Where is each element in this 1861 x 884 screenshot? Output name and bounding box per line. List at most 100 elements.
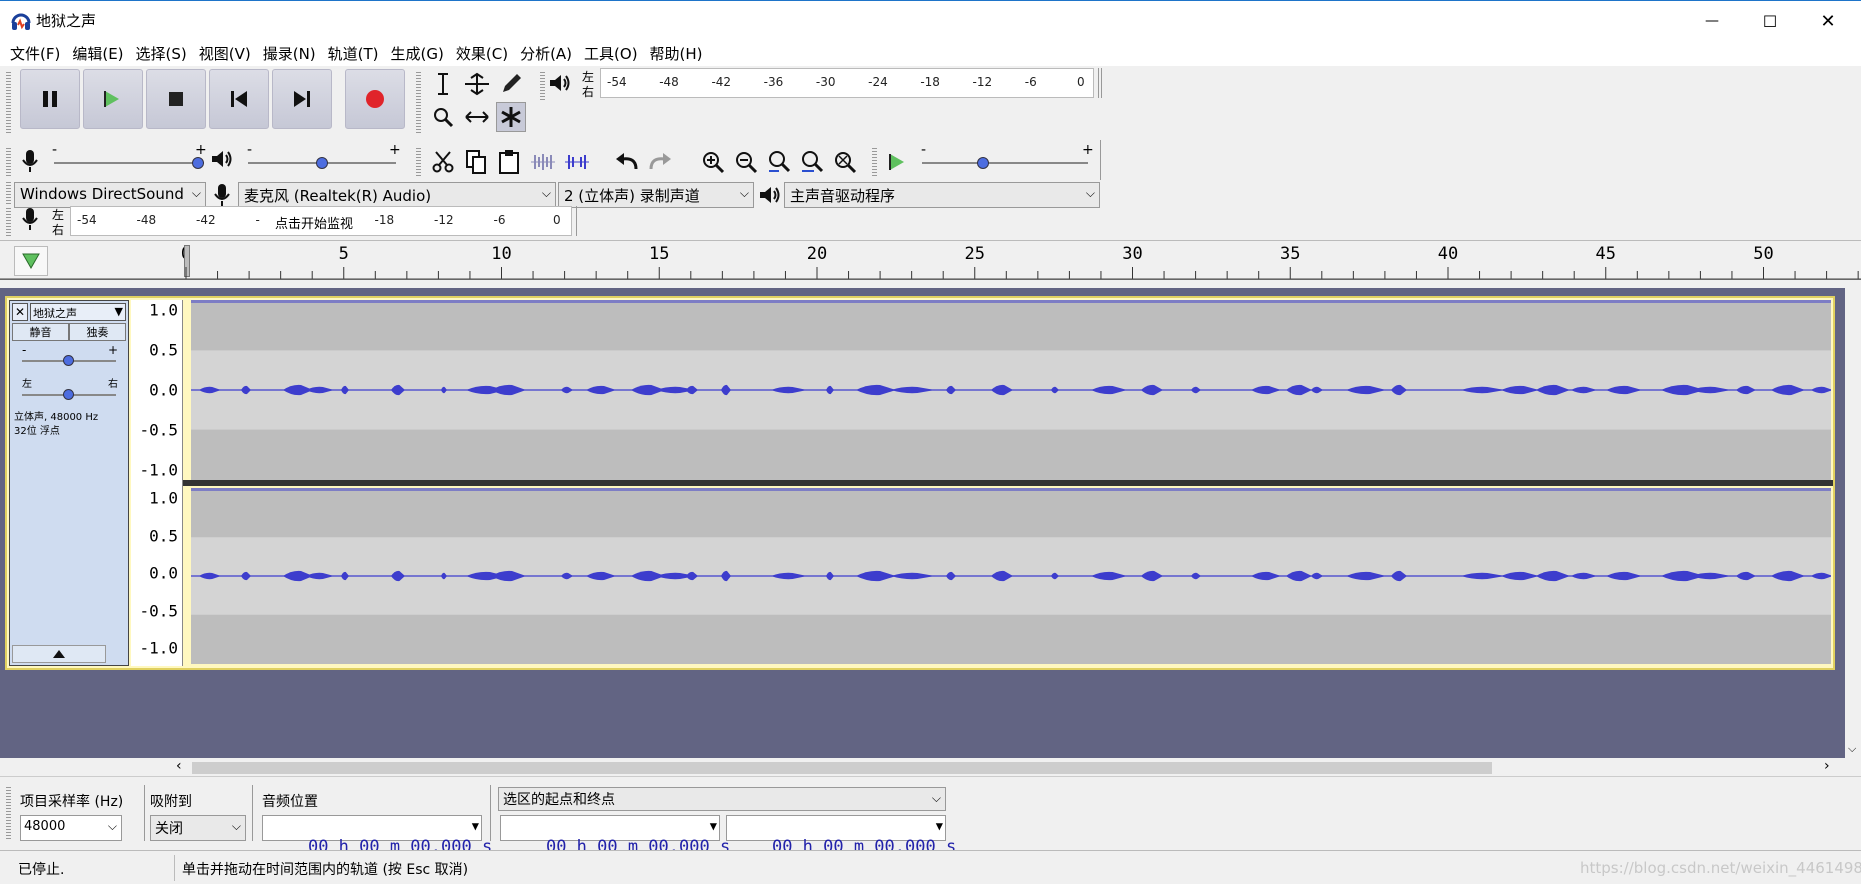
menu-tools[interactable]: 工具(O) xyxy=(578,40,644,66)
toolbar-grip[interactable] xyxy=(540,70,545,100)
menu-transport[interactable]: 撮录(N) xyxy=(257,40,322,66)
undo-button[interactable] xyxy=(612,147,642,177)
multi-tool[interactable] xyxy=(496,102,526,132)
track-name-menu[interactable]: 地狱之声 ▼ xyxy=(30,303,126,321)
undo-icon xyxy=(616,153,638,170)
menu-select[interactable]: 选择(S) xyxy=(130,40,193,66)
solo-button[interactable]: 独奏 xyxy=(69,323,126,341)
redo-button[interactable] xyxy=(645,147,675,177)
amplitude-tick-label: -0.5 xyxy=(139,420,178,440)
menu-file[interactable]: 文件(F) xyxy=(4,40,66,66)
speaker-icon[interactable] xyxy=(548,72,572,94)
chevron-down-icon: ⌵ xyxy=(1085,186,1095,200)
playback-speed-slider[interactable] xyxy=(922,156,1088,170)
toolbar-grip[interactable] xyxy=(872,146,877,176)
selection-mode-select[interactable]: 选区的起点和终点 ⌵ xyxy=(498,787,946,811)
pan-slider[interactable] xyxy=(22,389,116,401)
toolbar-grip[interactable] xyxy=(416,146,421,176)
skip-to-end-button[interactable] xyxy=(272,69,332,129)
mute-button[interactable]: 静音 xyxy=(12,323,69,341)
collapse-track-button[interactable] xyxy=(12,645,106,663)
menu-tracks[interactable]: 轨道(T) xyxy=(322,40,385,66)
menu-analyze[interactable]: 分析(A) xyxy=(514,40,578,66)
time-shift-tool[interactable] xyxy=(462,102,492,132)
vertical-ruler[interactable]: 1.0 0.5 0.0 -0.5 -1.0 1.0 0.5 0.0 -0.5 -1.0 xyxy=(131,300,183,666)
zoom-in-button[interactable] xyxy=(698,147,728,177)
record-button[interactable] xyxy=(345,69,405,129)
chevron-down-icon: ▼ xyxy=(114,305,123,318)
audio-host-select[interactable]: Windows DirectSound ⌵ xyxy=(14,182,206,208)
envelope-tool[interactable] xyxy=(462,69,492,99)
waveform-left-channel[interactable] xyxy=(191,300,1833,480)
chevron-right-icon[interactable]: › xyxy=(1824,758,1830,774)
toolbar-grip[interactable] xyxy=(6,146,11,176)
chevron-left-icon[interactable]: ‹ xyxy=(176,758,182,774)
timeline-ruler[interactable]: 05101520253035404550 xyxy=(0,240,1861,280)
zoom-tool[interactable] xyxy=(428,102,458,132)
zoom-toggle-button[interactable] xyxy=(830,147,860,177)
recording-meter[interactable]: -54-48-42-4-18-12-60 点击开始监视 xyxy=(70,206,572,236)
toolbar-grip[interactable] xyxy=(416,70,421,134)
minimize-button[interactable]: — xyxy=(1683,1,1741,41)
selection-start-field[interactable]: 00 h 00 m 00.000 s ▼ xyxy=(500,815,730,857)
selection-end-field[interactable]: 00 h 00 m 00.000 s ▼ xyxy=(726,815,956,857)
cut-button[interactable] xyxy=(428,147,458,177)
toolbar-grip[interactable] xyxy=(6,785,11,841)
silence-audio-button[interactable] xyxy=(562,147,592,177)
menu-generate[interactable]: 生成(G) xyxy=(385,40,450,66)
meter-tick-label: -18 xyxy=(374,213,395,227)
waveform-right-channel[interactable] xyxy=(191,488,1833,664)
toolbar-grip[interactable] xyxy=(6,70,11,134)
audio-position-field[interactable]: 00 h 00 m 00.000 s ▼ xyxy=(262,815,492,857)
fit-selection-button[interactable] xyxy=(764,147,794,177)
maximize-button[interactable]: ☐ xyxy=(1741,1,1799,41)
close-button[interactable]: ✕ xyxy=(1799,1,1857,41)
play-at-speed-button[interactable] xyxy=(882,147,912,177)
fit-project-button[interactable] xyxy=(797,147,827,177)
recording-device-select[interactable]: 麦克风 (Realtek(R) Audio) ⌵ xyxy=(238,182,556,208)
horizontal-scroll-thumb[interactable] xyxy=(192,762,1492,774)
copy-button[interactable] xyxy=(461,147,491,177)
menu-help[interactable]: 帮助(H) xyxy=(644,40,709,66)
audio-track[interactable]: ✕ 地狱之声 ▼ 静音 独奏 - + 左 右 立体声, 48000 Hz 32位… xyxy=(5,296,1835,670)
play-button[interactable] xyxy=(83,69,143,129)
track-format-label: 立体声, 48000 Hz xyxy=(14,412,99,423)
magnifier-icon xyxy=(434,108,454,128)
amplitude-tick-label: 1.0 xyxy=(149,488,178,508)
close-track-button[interactable]: ✕ xyxy=(12,303,28,321)
copy-icon xyxy=(466,150,486,174)
microphone-icon[interactable] xyxy=(20,206,40,232)
track-area[interactable]: ✕ 地狱之声 ▼ 静音 独奏 - + 左 右 立体声, 48000 Hz 32位… xyxy=(0,288,1845,758)
project-rate-select[interactable]: 48000 ⌵ xyxy=(20,815,122,841)
playback-volume-slider[interactable] xyxy=(248,156,396,170)
chevron-down-icon[interactable]: ⌵ xyxy=(1848,742,1856,756)
playback-device-select[interactable]: 主声音驱动程序 ⌵ xyxy=(784,182,1100,208)
recording-channels-value: 2 (立体声) 录制声道 xyxy=(564,187,700,205)
zoom-out-button[interactable] xyxy=(731,147,761,177)
playback-meter[interactable]: -54 -48 -42 -36 -30 -24 -18 -12 -6 0 xyxy=(600,68,1094,98)
menu-view[interactable]: 视图(V) xyxy=(193,40,257,66)
chevron-down-icon: ▼ xyxy=(935,819,943,833)
trim-audio-button[interactable] xyxy=(528,147,558,177)
watermark: https://blog.csdn.net/weixin_44614983 xyxy=(1580,859,1861,877)
gain-slider[interactable] xyxy=(22,355,116,367)
toolbar-grip[interactable] xyxy=(6,206,11,236)
asterisk-icon xyxy=(501,107,521,127)
title-bar: 地狱之声 — ☐ ✕ xyxy=(0,0,1861,40)
menu-effect[interactable]: 效果(C) xyxy=(450,40,514,66)
snap-to-select[interactable]: 关闭 ⌵ xyxy=(150,815,246,841)
menu-edit[interactable]: 编辑(E) xyxy=(66,40,129,66)
draw-tool[interactable] xyxy=(496,69,526,99)
recording-volume-slider[interactable] xyxy=(54,156,204,170)
speaker-icon xyxy=(212,151,232,167)
paste-button[interactable] xyxy=(494,147,524,177)
skip-to-start-button[interactable] xyxy=(209,69,269,129)
horizontal-scrollbar[interactable]: ‹ › xyxy=(170,758,1845,776)
stop-button[interactable] xyxy=(146,69,206,129)
timeline-ticks xyxy=(0,267,1861,280)
recording-channels-select[interactable]: 2 (立体声) 录制声道 ⌵ xyxy=(558,182,754,208)
vertical-scrollbar[interactable]: ⌵ xyxy=(1845,288,1861,758)
track-control-panel[interactable]: ✕ 地狱之声 ▼ 静音 独奏 - + 左 右 立体声, 48000 Hz 32位… xyxy=(9,300,129,666)
selection-tool[interactable] xyxy=(428,69,458,99)
pause-button[interactable] xyxy=(20,69,80,129)
